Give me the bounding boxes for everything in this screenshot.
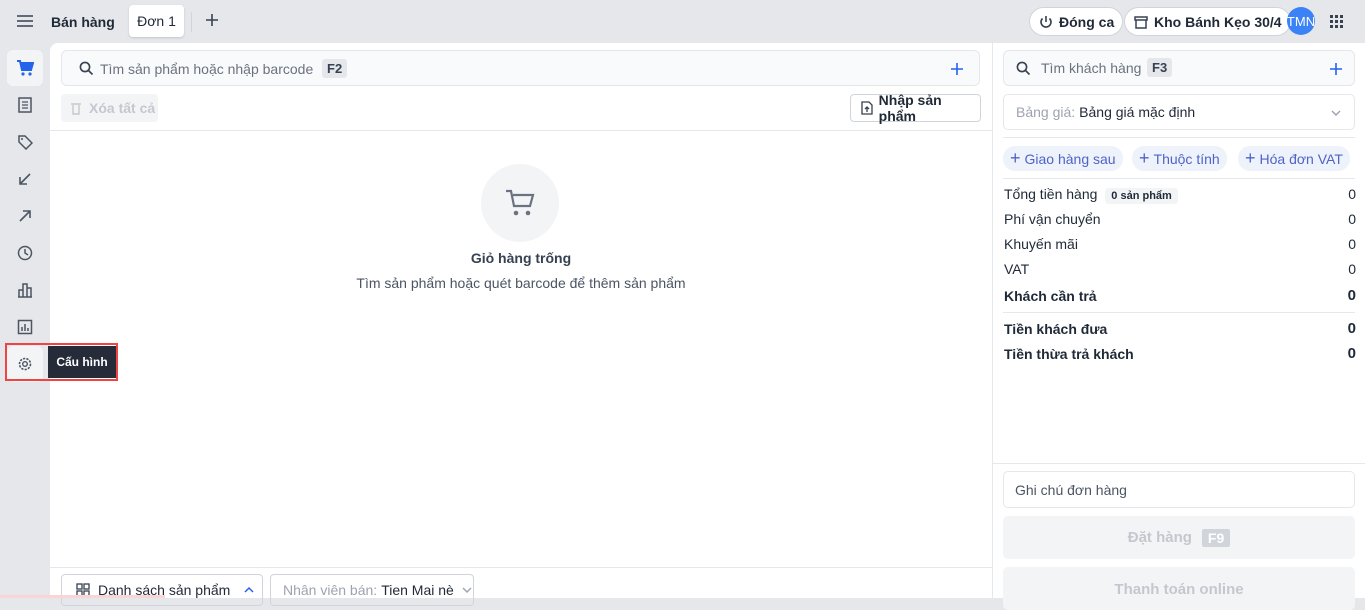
empty-title: Giỏ hàng trống: [470, 250, 572, 266]
divider: [191, 12, 192, 32]
seller-label: Nhân viên bán:: [283, 582, 378, 598]
report-icon[interactable]: [7, 309, 43, 345]
summary-value: 0: [1347, 320, 1356, 337]
trash-icon: [71, 102, 81, 115]
add-tab-button[interactable]: [205, 13, 219, 30]
chip-attributes[interactable]: + Thuộc tính: [1132, 146, 1227, 171]
divider: [993, 463, 1365, 464]
chip-label: Thuộc tính: [1153, 150, 1220, 167]
summary-value: 0: [1347, 287, 1356, 304]
summary-value: 0: [1348, 186, 1356, 202]
store-label: Kho Bánh Kẹo 30/4: [1154, 13, 1282, 30]
chip-delivery-later[interactable]: + Giao hàng sau: [1003, 146, 1123, 171]
add-customer-icon[interactable]: [1329, 62, 1343, 76]
chip-label: Hóa đơn VAT: [1259, 150, 1343, 167]
cart-panel: Tìm sản phẩm hoặc nhập barcode F2 Xóa tấ…: [50, 43, 992, 606]
product-search-input[interactable]: Tìm sản phẩm hoặc nhập barcode F2: [61, 50, 980, 86]
plus-icon: +: [1245, 148, 1256, 168]
search-icon: [79, 61, 94, 76]
summary-label: VAT: [1004, 261, 1030, 277]
customer-placeholder: Tìm khách hàng: [1041, 60, 1142, 76]
clear-all-button[interactable]: Xóa tất cả: [61, 94, 158, 122]
chevron-down-icon: [462, 587, 472, 593]
chevron-up-icon: [244, 586, 254, 593]
summary-value: 0: [1347, 345, 1356, 362]
summary-value: 0: [1348, 236, 1356, 252]
product-list-button[interactable]: Danh sách sản phẩm: [61, 574, 263, 606]
tab-label: Đơn 1: [137, 13, 176, 29]
pricelist-label: Bảng giá:: [1016, 104, 1076, 120]
bar-chart-icon[interactable]: [7, 272, 43, 308]
chip-label: Giao hàng sau: [1024, 150, 1116, 167]
chip-vat-invoice[interactable]: + Hóa đơn VAT: [1238, 146, 1350, 171]
chevron-down-icon: [1331, 110, 1341, 116]
empty-cart-icon: [481, 164, 559, 242]
summary-paid: Tiền khách đưa 0: [1004, 320, 1356, 337]
summary-change: Tiền thừa trả khách 0: [1004, 345, 1356, 362]
summary-value: 0: [1348, 261, 1356, 277]
app-title: Bán hàng: [51, 14, 115, 30]
seller-select[interactable]: Nhân viên bán: Tien Mai nè: [270, 574, 474, 606]
shortcut-badge: F2: [322, 59, 348, 78]
summary-label: Tổng tiền hàng: [1004, 186, 1098, 202]
pricelist-value: Bảng giá mặc định: [1079, 104, 1196, 120]
summary-label: Khách cần trả: [1004, 287, 1097, 304]
summary-shipping: Phí vận chuyển 0: [1004, 211, 1356, 227]
close-shift-label: Đóng ca: [1059, 13, 1115, 30]
arrow-down-left-icon[interactable]: [7, 161, 43, 197]
menu-icon[interactable]: [16, 13, 34, 32]
order-note-input[interactable]: Ghi chú đơn hàng: [1003, 471, 1355, 508]
divider: [1003, 312, 1355, 313]
pay-online-label: Thanh toán online: [1114, 581, 1244, 598]
summary-value: 0: [1348, 211, 1356, 227]
top-bar: Bán hàng Đơn 1 Đóng ca Kho Bánh Kẹo 30/4…: [0, 0, 1365, 43]
tab-order-1[interactable]: Đơn 1: [129, 5, 184, 37]
cart-icon[interactable]: [7, 50, 43, 86]
place-order-label: Đặt hàng: [1127, 529, 1192, 546]
store-selector[interactable]: Kho Bánh Kẹo 30/4: [1124, 7, 1291, 36]
place-order-button[interactable]: Đặt hàng F9: [1003, 516, 1355, 559]
divider: [50, 130, 992, 131]
shortcut-badge: F3: [1147, 58, 1173, 77]
summary-subtotal: Tổng tiền hàng 0 sản phẩm 0: [1004, 186, 1356, 204]
seller-value: Tien Mai nè: [381, 582, 454, 598]
import-label: Nhập sản phẩm: [878, 92, 942, 124]
pricelist-select[interactable]: Bảng giá: Bảng giá mặc định: [1003, 94, 1355, 130]
arrow-up-right-icon[interactable]: [7, 198, 43, 234]
close-shift-button[interactable]: Đóng ca: [1029, 7, 1124, 36]
item-count-badge: 0 sản phẩm: [1105, 188, 1178, 204]
plus-icon: +: [1139, 148, 1150, 168]
divider: [1003, 178, 1355, 179]
add-product-icon[interactable]: [950, 62, 964, 76]
upload-file-icon: [861, 101, 873, 115]
summary-label: Phí vận chuyển: [1004, 211, 1101, 227]
empty-description: Tìm sản phẩm hoặc quét barcode để thêm s…: [356, 275, 686, 291]
apps-grid-icon[interactable]: [1330, 15, 1344, 32]
list-icon[interactable]: [7, 87, 43, 123]
import-products-button[interactable]: Nhập sản phẩm: [850, 92, 981, 124]
summary-total-due: Khách cần trả 0: [1004, 287, 1356, 304]
avatar[interactable]: TMN: [1287, 7, 1315, 35]
summary-label: Tiền khách đưa: [1004, 320, 1108, 337]
checkout-panel: Tìm khách hàng F3 Bảng giá: Bảng giá mặc …: [993, 43, 1365, 610]
search-icon: [1016, 61, 1031, 76]
divider: [1003, 137, 1355, 138]
summary-vat: VAT 0: [1004, 261, 1356, 277]
pay-online-button[interactable]: Thanh toán online: [1003, 567, 1355, 610]
customer-search-input[interactable]: Tìm khách hàng F3: [1003, 50, 1355, 86]
sidebar: [0, 43, 50, 598]
search-placeholder: Tìm sản phẩm hoặc nhập barcode: [100, 61, 314, 77]
clock-icon[interactable]: [7, 235, 43, 271]
highlight-box: [5, 343, 118, 381]
summary-label: Khuyến mãi: [1004, 236, 1078, 252]
store-icon: [1134, 15, 1148, 29]
shortcut-badge: F9: [1201, 528, 1231, 547]
clear-all-label: Xóa tất cả: [89, 100, 156, 116]
summary-discount: Khuyến mãi 0: [1004, 236, 1356, 252]
summary-label: Tiền thừa trả khách: [1004, 345, 1134, 362]
tag-icon[interactable]: [7, 124, 43, 160]
divider: [50, 567, 992, 568]
power-icon: [1040, 15, 1052, 28]
plus-icon: +: [1010, 148, 1021, 168]
